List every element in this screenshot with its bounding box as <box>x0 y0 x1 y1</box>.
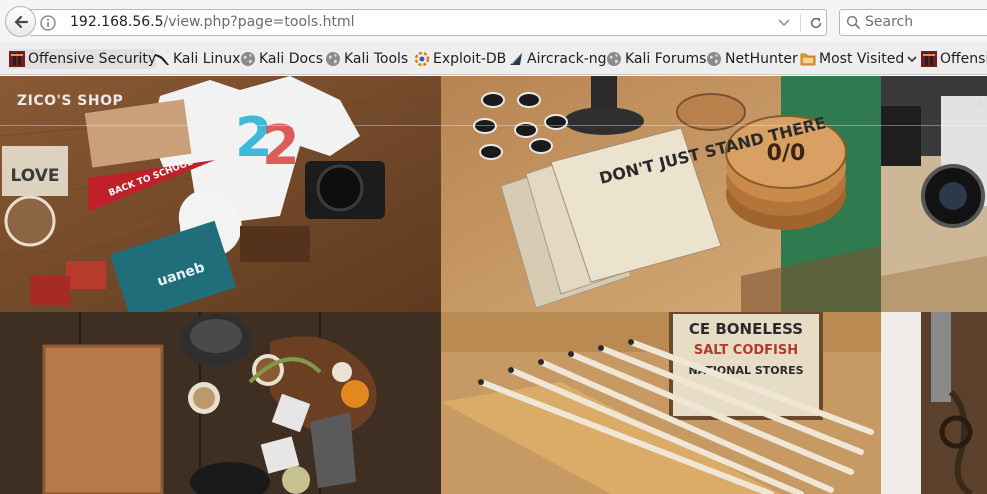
offsec-icon <box>921 51 937 67</box>
globe-icon <box>241 52 255 66</box>
page-content: 2 2 LOVE BACK TO SCHOOL uaneb 0/0 DON'T … <box>0 76 987 494</box>
chevron-down-icon <box>907 56 917 63</box>
chevron-down-icon[interactable] <box>776 14 792 30</box>
bookmark-exploit-db[interactable]: Exploit-DB <box>414 49 506 69</box>
folder-icon <box>800 53 816 66</box>
bookmark-label: Kali Forums <box>625 51 707 67</box>
url-separator <box>800 14 801 32</box>
shop-title[interactable]: ZICO'S SHOP <box>17 93 123 109</box>
exploit-db-icon <box>414 51 430 67</box>
bookmark-aircrack-ng[interactable]: Aircrack-ng <box>508 49 607 69</box>
search-input[interactable]: Search <box>865 14 913 30</box>
bookmark-label: Kali Linux <box>173 51 241 67</box>
bookmark-label: Offensive Security <box>28 51 157 67</box>
reload-button[interactable] <box>806 13 826 33</box>
bookmark-label: Kali Tools <box>344 51 409 67</box>
back-button[interactable] <box>5 6 36 37</box>
tile5-sign-line2: SALT CODFISH <box>694 343 798 358</box>
navigation-toolbar: 192.168.56.5/view.php?page=tools.html Se… <box>0 0 987 42</box>
url-text[interactable]: 192.168.56.5/view.php?page=tools.html <box>70 14 355 30</box>
gallery-image-5: CE BONELESS SALT CODFISH NATIONAL STORES <box>441 312 881 494</box>
bookmark-kali-forums[interactable]: Kali Forums <box>606 49 706 69</box>
bookmarks-toolbar: Offensive Security Kali Linux Kali Docs … <box>0 42 987 75</box>
globe-icon <box>326 52 340 66</box>
search-bar[interactable]: Search <box>839 9 987 36</box>
gallery-tile-4[interactable] <box>0 312 441 494</box>
bookmark-kali-docs[interactable]: Kali Docs <box>240 49 323 69</box>
gallery-image-6 <box>881 312 987 494</box>
offsec-icon <box>9 51 25 67</box>
url-host: 192.168.56.5 <box>70 14 164 30</box>
bookmark-label: Kali Docs <box>259 51 324 67</box>
bookmark-nethunter[interactable]: NetHunter <box>706 49 798 69</box>
shop-nav-link[interactable]: A <box>976 96 985 109</box>
tile1-sign-text: LOVE <box>11 166 60 186</box>
bookmark-label: Exploit-DB <box>433 51 507 67</box>
tile5-sign-line1: CE BONELESS <box>689 320 803 338</box>
bookmark-offensive-security[interactable]: Offensive Security <box>9 49 157 69</box>
shop-header: ZICO'S SHOP A <box>0 76 987 126</box>
reload-icon <box>810 17 822 29</box>
bookmark-label: Offensi <box>940 51 987 67</box>
globe-icon <box>707 52 721 66</box>
kali-dragon-icon <box>155 54 169 65</box>
back-arrow-icon <box>14 15 28 28</box>
info-icon[interactable] <box>40 15 56 31</box>
search-icon <box>846 15 861 30</box>
url-bar[interactable]: 192.168.56.5/view.php?page=tools.html <box>30 9 827 36</box>
aircrack-icon <box>510 53 522 65</box>
bookmark-kali-tools[interactable]: Kali Tools <box>325 49 408 69</box>
bookmark-label: Most Visited <box>819 51 905 67</box>
bookmark-kali-linux[interactable]: Kali Linux <box>154 49 240 69</box>
globe-icon <box>607 52 621 66</box>
bookmark-offensive-security-2[interactable]: Offensi <box>921 49 987 69</box>
gallery-tile-5[interactable]: CE BONELESS SALT CODFISH NATIONAL STORES <box>441 312 881 494</box>
bookmark-label: NetHunter <box>725 51 798 67</box>
gallery-tile-6[interactable] <box>881 312 987 494</box>
gallery-image-4 <box>0 312 441 494</box>
url-path: /view.php?page=tools.html <box>163 14 355 30</box>
bookmark-most-visited[interactable]: Most Visited <box>800 49 918 69</box>
bookmark-label: Aircrack-ng <box>527 51 607 67</box>
